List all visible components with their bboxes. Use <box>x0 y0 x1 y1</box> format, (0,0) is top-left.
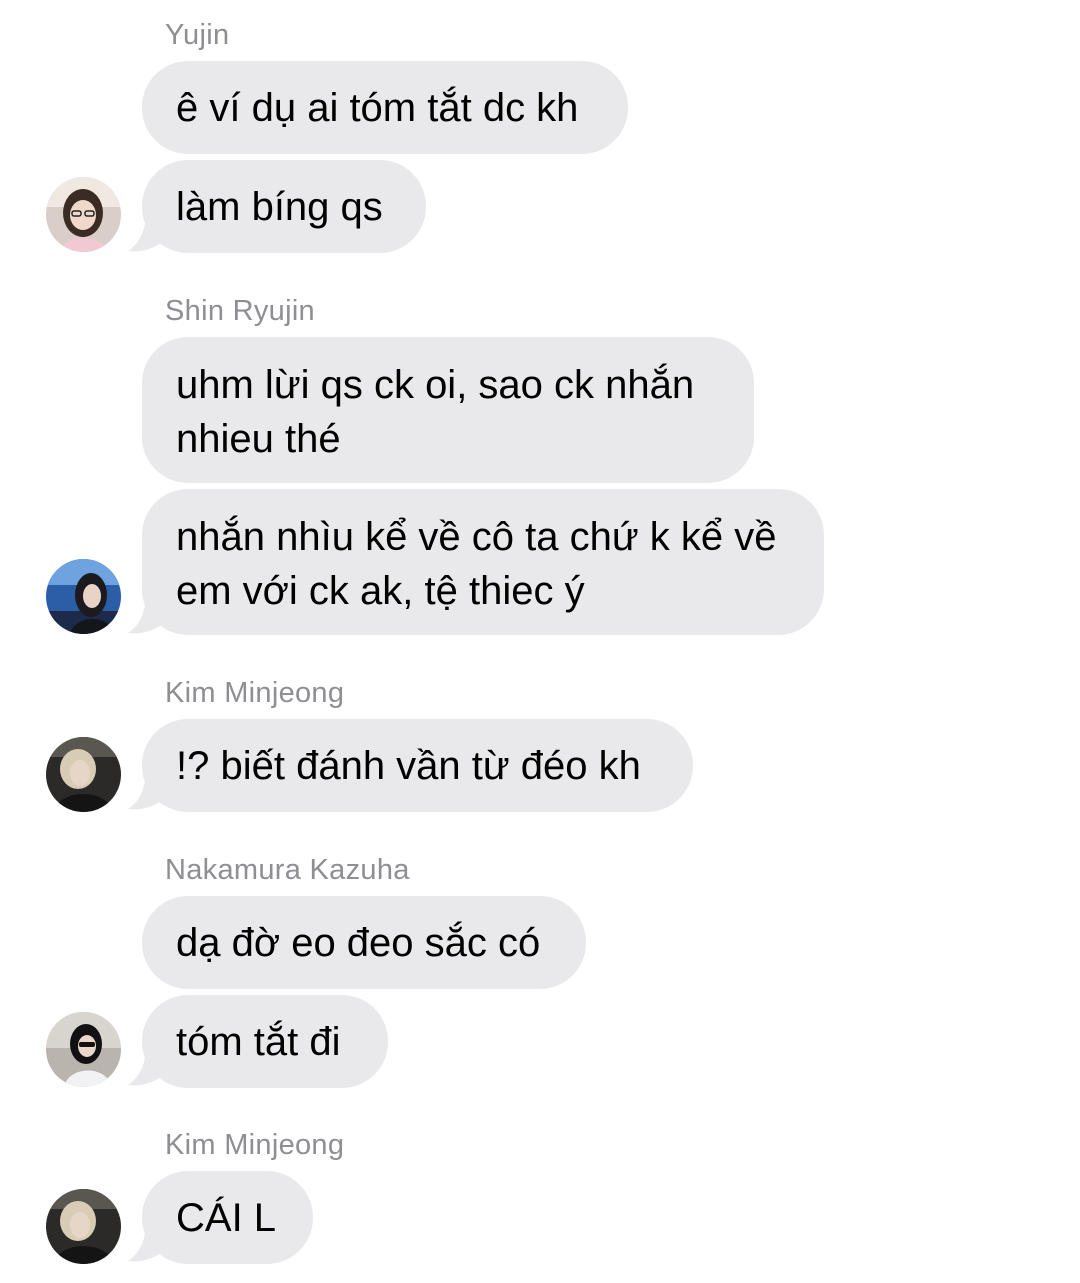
message-bubble[interactable]: ê ví dụ ai tóm tắt dc kh <box>142 61 628 154</box>
message-bubble[interactable]: CÁI L <box>142 1171 313 1264</box>
message-line: nhieu thé <box>176 417 341 461</box>
sender-name: Kim Minjeong <box>165 1129 345 1161</box>
message-bubble[interactable]: dạ đờ eo đeo sắc có <box>142 896 586 989</box>
message-bubble[interactable]: !? biết đánh vần từ đéo kh <box>142 719 693 812</box>
message-line: nhắn nhìu kể về cô ta chứ k kể về <box>176 515 777 559</box>
sender-name: Yujin <box>165 19 230 51</box>
message-line: em với ck ak, tệ thiec ý <box>176 569 585 613</box>
avatar-nakamura-kazuha[interactable] <box>46 1012 121 1087</box>
sender-name: Nakamura Kazuha <box>165 854 410 886</box>
avatar-kim-minjeong[interactable] <box>46 737 121 812</box>
message-bubble[interactable]: tóm tắt đi <box>142 995 388 1088</box>
avatar-kim-minjeong[interactable] <box>46 1189 121 1264</box>
message-bubble[interactable]: làm bíng qs <box>142 160 426 253</box>
message-bubble[interactable]: nhắn nhìu kể về cô ta chứ k kể về em với… <box>142 489 824 635</box>
avatar-shin-ryujin[interactable] <box>46 559 121 634</box>
avatar-yujin[interactable] <box>46 177 121 252</box>
sender-name: Shin Ryujin <box>165 295 315 327</box>
sender-name: Kim Minjeong <box>165 677 345 709</box>
message-line: uhm lừi qs ck oi, sao ck nhắn <box>176 363 695 407</box>
message-bubble[interactable]: uhm lừi qs ck oi, sao ck nhắn nhieu thé <box>142 337 754 483</box>
